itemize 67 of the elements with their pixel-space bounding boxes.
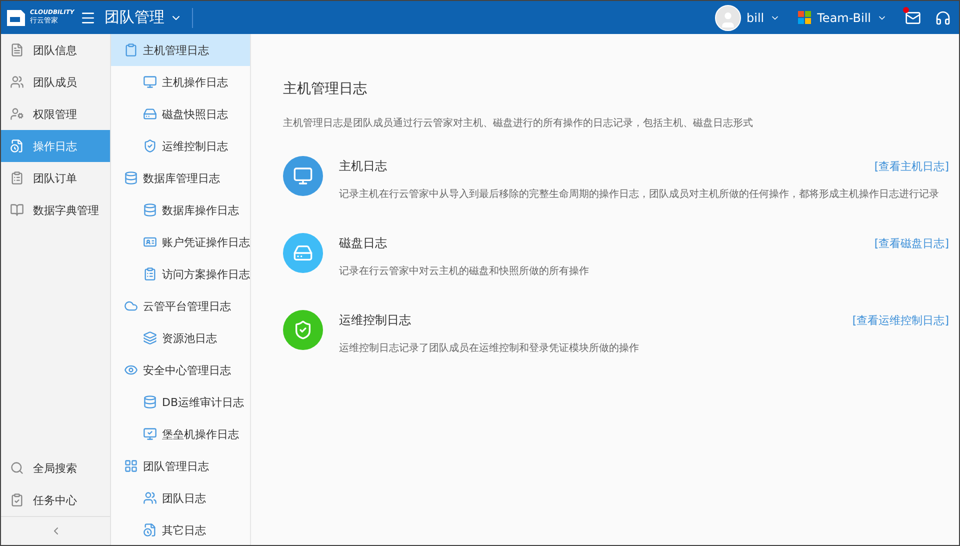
subnav-item[interactable]: 磁盘快照日志	[111, 98, 250, 130]
section-heading: 主机管理日志	[283, 80, 368, 98]
subnav-group[interactable]: 安全中心管理日志	[111, 354, 250, 386]
eye-icon	[124, 363, 138, 377]
page-title: 团队管理	[104, 8, 164, 27]
sidebar-item[interactable]: 数据字典管理	[1, 194, 110, 226]
log-icon	[10, 139, 24, 153]
log-description: 运维控制日志记录了团队成员在运维控制和登录凭证模块所做的操作	[339, 342, 640, 355]
subnav-item[interactable]: DB运维审计日志	[111, 386, 250, 418]
subnav-group[interactable]: 主机管理日志	[111, 34, 250, 66]
log-description: 记录在行云管家中对云主机的磁盘和快照所做的所有操作	[339, 264, 590, 278]
subnav-item[interactable]: 资源池日志	[111, 322, 250, 354]
clipboard-icon	[124, 43, 138, 57]
team-logo-icon	[798, 11, 812, 24]
subnav-group[interactable]: 数据库管理日志	[111, 162, 250, 194]
sidebar-item[interactable]: 团队信息	[1, 34, 110, 66]
team-menu[interactable]: Team-Bill	[798, 10, 887, 24]
mail-button[interactable]	[905, 10, 921, 26]
menu-button[interactable]	[80, 10, 96, 26]
clipboard-icon	[143, 267, 157, 281]
database-icon	[143, 203, 157, 217]
shield-icon	[143, 139, 157, 153]
log-title: 主机日志	[339, 158, 387, 175]
subnav-item[interactable]: 团队日志	[111, 482, 250, 514]
layers-icon	[143, 331, 157, 345]
user-menu[interactable]: bill	[714, 4, 780, 30]
subnav-item[interactable]: 账户凭证操作日志	[111, 226, 250, 258]
sidebar-item[interactable]: 权限管理	[1, 98, 110, 130]
task-icon	[10, 493, 24, 507]
subnav-group[interactable]: 团队管理日志	[111, 450, 250, 482]
users-icon	[143, 491, 157, 505]
menu-icon	[80, 10, 96, 26]
subnav-group[interactable]: 云管平台管理日志	[111, 290, 250, 322]
log-icon	[143, 523, 157, 537]
avatar-icon	[714, 4, 741, 30]
log-title: 磁盘日志	[339, 235, 387, 252]
sidebar-item[interactable]: 任务中心	[1, 484, 110, 516]
support-button[interactable]	[935, 10, 951, 26]
subnav-item[interactable]: 运维控制日志	[111, 130, 250, 162]
subnav-item[interactable]: 其它日志	[111, 514, 250, 545]
user-gear-icon	[10, 107, 24, 121]
monitor-icon	[143, 75, 157, 89]
sidebar-item[interactable]: 团队成员	[1, 66, 110, 98]
document-icon	[10, 43, 24, 57]
database-icon	[124, 171, 138, 185]
cloud-icon	[124, 299, 138, 313]
clipboard-icon	[10, 171, 24, 185]
search-icon	[10, 461, 24, 475]
user-name: bill	[746, 10, 764, 24]
mail-icon	[905, 10, 921, 26]
id-card-icon	[143, 235, 157, 249]
sidebar-item[interactable]: 团队订单	[1, 162, 110, 194]
grid-icon	[124, 459, 138, 473]
subnav-item[interactable]: 主机操作日志	[111, 66, 250, 98]
log-description: 记录主机在行云管家中从导入到最后移除的完整生命周期的操作日志，团队成员对主机所做的任何操作，都将形成主机操作日志进行记录	[339, 188, 940, 201]
log-title: 运维控制日志	[339, 312, 411, 329]
team-name: Team-Bill	[817, 10, 871, 24]
subnav-item[interactable]: 数据库操作日志	[111, 194, 250, 226]
monitor-icon	[143, 427, 157, 441]
users-icon	[10, 75, 24, 89]
database-icon	[143, 395, 157, 409]
subnav-item[interactable]: 访问方案操作日志	[111, 258, 250, 290]
sidebar-item[interactable]: 全局搜索	[1, 452, 110, 484]
section-description: 主机管理日志是团队成员通过行云管家对主机、磁盘进行的所有操作的日志记录，包括主机、磁盘日志形式	[283, 116, 754, 130]
book-icon	[10, 203, 24, 217]
subnav-item[interactable]: 堡垒机操作日志	[111, 418, 250, 450]
headset-icon	[935, 10, 951, 26]
